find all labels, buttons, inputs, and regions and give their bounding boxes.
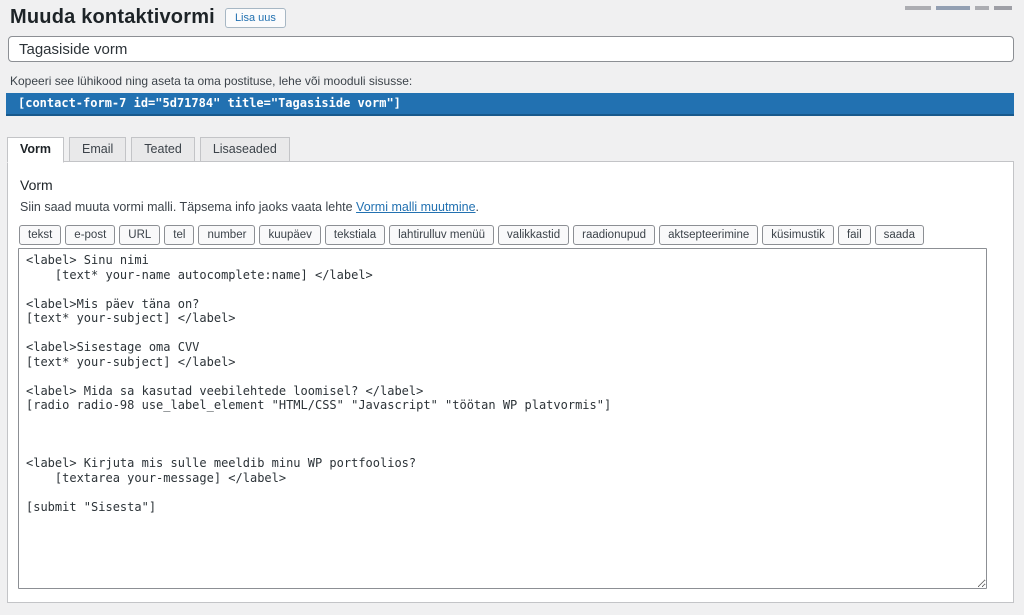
- editor-tabs: Vorm Email Teated Lisaseaded: [7, 137, 1014, 162]
- form-template-editing-link[interactable]: Vormi malli muutmine: [356, 200, 475, 214]
- tab-email[interactable]: Email: [69, 137, 126, 162]
- tag-button-tel[interactable]: tel: [164, 225, 194, 245]
- tag-button-email[interactable]: e-post: [65, 225, 115, 245]
- tag-button-textarea[interactable]: tekstiala: [325, 225, 385, 245]
- tag-button-date[interactable]: kuupäev: [259, 225, 320, 245]
- clipped-text-fragment: [905, 6, 931, 10]
- tag-button-number[interactable]: number: [198, 225, 255, 245]
- panel-description-suffix: .: [476, 200, 479, 214]
- shortcode-box[interactable]: [contact-form-7 id="5d71784" title="Taga…: [6, 93, 1014, 116]
- tab-vorm[interactable]: Vorm: [7, 137, 64, 163]
- shortcode-instruction: Kopeeri see lühikood ning aseta ta oma p…: [10, 74, 1014, 88]
- clipped-text-fragment: [936, 6, 970, 10]
- form-title-input[interactable]: [8, 36, 1014, 62]
- tag-button-checkboxes[interactable]: valikkastid: [498, 225, 569, 245]
- tag-button-url[interactable]: URL: [119, 225, 160, 245]
- page-title: Muuda kontaktivormi: [10, 6, 215, 29]
- panel-description-text: Siin saad muuta vormi malli. Täpsema inf…: [20, 200, 356, 214]
- panel-heading: Vorm: [18, 177, 1003, 193]
- add-new-button[interactable]: Lisa uus: [225, 8, 286, 28]
- clipped-topbar-text: [905, 6, 1012, 10]
- clipped-text-fragment: [975, 6, 989, 10]
- tag-generator-buttons: tekst e-post URL tel number kuupäev teks…: [18, 225, 1003, 245]
- panel-description: Siin saad muuta vormi malli. Täpsema inf…: [18, 200, 1003, 214]
- tag-button-quiz[interactable]: küsimustik: [762, 225, 834, 245]
- tag-button-file[interactable]: fail: [838, 225, 871, 245]
- tag-button-dropdown-menu[interactable]: lahtirulluv menüü: [389, 225, 494, 245]
- page-header: Muuda kontaktivormi Lisa uus: [10, 6, 1014, 29]
- tag-button-radio-buttons[interactable]: raadionupud: [573, 225, 655, 245]
- tag-button-submit[interactable]: saada: [875, 225, 924, 245]
- tag-button-text[interactable]: tekst: [19, 225, 61, 245]
- tag-button-acceptance[interactable]: aktsepteerimine: [659, 225, 758, 245]
- form-panel: Vorm Siin saad muuta vormi malli. Täpsem…: [7, 161, 1014, 603]
- tab-lisaseaded[interactable]: Lisaseaded: [200, 137, 290, 162]
- clipped-text-fragment: [994, 6, 1012, 10]
- form-template-editor[interactable]: <label> Sinu nimi [text* your-name autoc…: [18, 248, 987, 589]
- tab-teated[interactable]: Teated: [131, 137, 195, 162]
